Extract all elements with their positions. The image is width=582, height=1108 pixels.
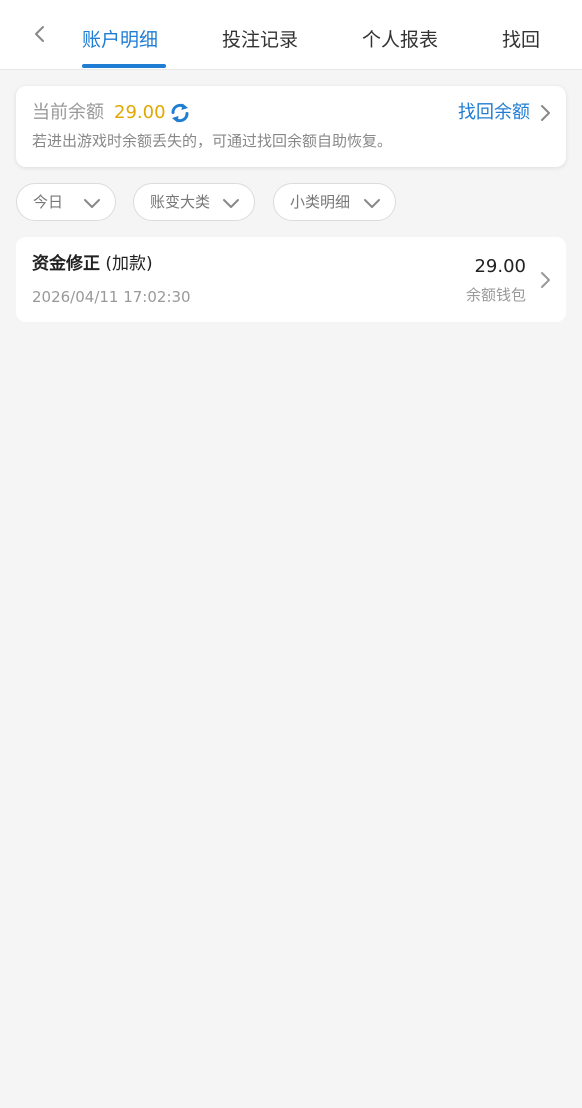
record-type: 资金修正: [32, 254, 100, 274]
filter-category[interactable]: 账变大类: [133, 183, 255, 221]
filter-date[interactable]: 今日: [16, 183, 116, 221]
filter-subcategory-label: 小类明细: [290, 193, 351, 211]
chevron-down-icon: [83, 195, 101, 209]
back-button[interactable]: [26, 20, 54, 48]
filter-date-label: 今日: [33, 193, 64, 211]
tab-bet-records[interactable]: 投注记录: [222, 27, 298, 53]
recover-balance-link[interactable]: 找回余额: [458, 101, 530, 125]
refresh-icon[interactable]: [168, 101, 192, 125]
chevron-down-icon: [363, 195, 381, 209]
balance-label: 当前余额: [32, 102, 104, 123]
record-amount: 29.00: [474, 256, 526, 277]
chevron-left-icon: [35, 26, 44, 42]
record-timestamp: 2026/04/11 17:02:30: [32, 288, 191, 306]
balance-card: 当前余额 29.00 找回余额 若进出游戏时余额丢失的，可通过找回余额自助恢复。: [16, 86, 566, 167]
top-nav-bar: 账户明细 投注记录 个人报表 找回: [0, 0, 582, 70]
filter-subcategory[interactable]: 小类明细: [273, 183, 396, 221]
record-title: 资金修正 (加款): [32, 253, 153, 275]
balance-amount: 29.00: [114, 102, 166, 123]
chevron-down-icon: [222, 195, 240, 209]
record-subtype: (加款): [105, 254, 153, 274]
tab-account-details[interactable]: 账户明细: [82, 27, 158, 53]
chevron-right-icon[interactable]: [536, 103, 554, 123]
tab-recover[interactable]: 找回: [502, 27, 540, 53]
active-tab-indicator: [82, 64, 166, 68]
balance-recovery-note: 若进出游戏时余额丢失的，可通过找回余额自助恢复。: [32, 132, 393, 150]
chevron-right-icon: [538, 270, 552, 290]
record-wallet: 余额钱包: [465, 286, 526, 304]
tab-personal-report[interactable]: 个人报表: [362, 27, 438, 53]
filter-category-label: 账变大类: [150, 193, 211, 211]
transaction-record[interactable]: 资金修正 (加款) 2026/04/11 17:02:30 29.00 余额钱包: [16, 237, 566, 322]
